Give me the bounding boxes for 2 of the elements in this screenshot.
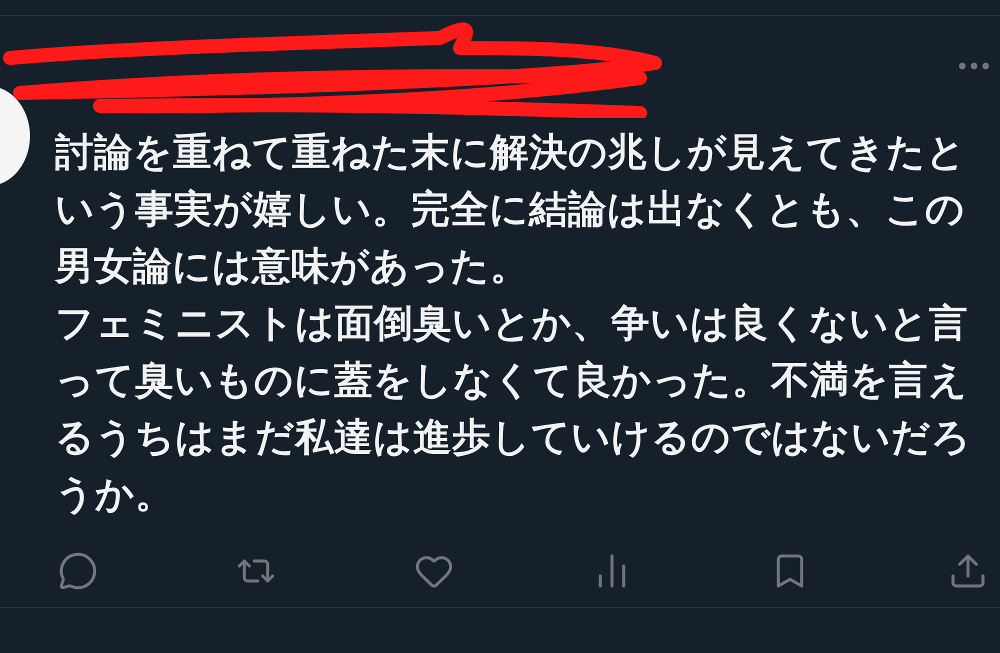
reply-icon[interactable] xyxy=(58,551,98,591)
tweet-text: 討論を重ねて重ねた末に解決の兆しが見えてきたという事実が嬉しい。完全に結論は出なくとも、この男女論には意味があった。 フェミニストは面倒臭いとか、争いは良くないと言って臭いものに蓋をしなくて良かった。不満を言えるうちはまだ私達は進歩していけるのではないだろうか。 xyxy=(55,129,972,519)
